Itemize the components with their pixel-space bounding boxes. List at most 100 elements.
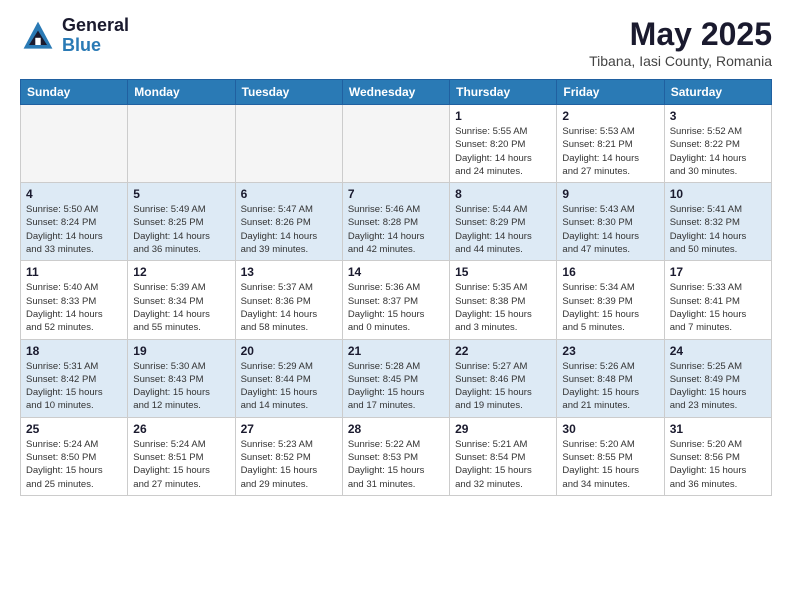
day-number: 23 [562,344,658,358]
calendar-day-cell: 3 Sunrise: 5:52 AM Sunset: 8:22 PM Daylig… [664,105,771,183]
calendar-day-cell: 9 Sunrise: 5:43 AM Sunset: 8:30 PM Daylig… [557,183,664,261]
calendar-day-cell: 26Sunrise: 5:24 AM Sunset: 8:51 PM Dayli… [128,417,235,495]
calendar-day-cell: 31 Sunrise: 5:20 AM Sunset: 8:56 PM Dayli… [664,417,771,495]
day-number: 17 [670,265,766,279]
calendar-week-row: 25Sunrise: 5:24 AM Sunset: 8:50 PM Dayli… [21,417,772,495]
calendar-day-cell: 7Sunrise: 5:46 AM Sunset: 8:28 PM Daylig… [342,183,449,261]
day-info: Sunrise: 5:50 AM Sunset: 8:24 PM Dayligh… [26,203,122,256]
title-block: May 2025 Tibana, Iasi County, Romania [589,16,772,69]
calendar-day-cell: 24Sunrise: 5:25 AM Sunset: 8:49 PM Dayli… [664,339,771,417]
calendar-day-cell: 30 Sunrise: 5:20 AM Sunset: 8:55 PM Dayli… [557,417,664,495]
calendar-day-cell: 4 Sunrise: 5:50 AM Sunset: 8:24 PM Daylig… [21,183,128,261]
day-number: 2 [562,109,658,123]
calendar-day-cell: 2 Sunrise: 5:53 AM Sunset: 8:21 PM Daylig… [557,105,664,183]
logo-general: General [62,16,129,36]
day-number: 30 [562,422,658,436]
day-info: Sunrise: 5:21 AM Sunset: 8:54 PM Dayligh… [455,438,551,491]
day-number: 16 [562,265,658,279]
day-number: 27 [241,422,337,436]
day-number: 31 [670,422,766,436]
calendar-day-cell: 25Sunrise: 5:24 AM Sunset: 8:50 PM Dayli… [21,417,128,495]
calendar-day-cell: 27 Sunrise: 5:23 AM Sunset: 8:52 PM Dayli… [235,417,342,495]
calendar-day-cell: 1 Sunrise: 5:55 AM Sunset: 8:20 PM Daylig… [450,105,557,183]
calendar-day-header: Wednesday [342,80,449,105]
day-number: 6 [241,187,337,201]
day-number: 1 [455,109,551,123]
day-number: 3 [670,109,766,123]
logo-icon [20,18,56,54]
calendar-day-cell: 18 Sunrise: 5:31 AM Sunset: 8:42 PM Dayli… [21,339,128,417]
day-info: Sunrise: 5:55 AM Sunset: 8:20 PM Dayligh… [455,125,551,178]
calendar-day-header: Tuesday [235,80,342,105]
day-info: Sunrise: 5:29 AM Sunset: 8:44 PM Dayligh… [241,360,337,413]
calendar-day-cell: 28 Sunrise: 5:22 AM Sunset: 8:53 PM Dayli… [342,417,449,495]
day-info: Sunrise: 5:24 AM Sunset: 8:50 PM Dayligh… [26,438,122,491]
calendar-day-cell: 23 Sunrise: 5:26 AM Sunset: 8:48 PM Dayli… [557,339,664,417]
day-number: 20 [241,344,337,358]
calendar-day-cell: 29 Sunrise: 5:21 AM Sunset: 8:54 PM Dayli… [450,417,557,495]
calendar-day-header: Sunday [21,80,128,105]
day-info: Sunrise: 5:44 AM Sunset: 8:29 PM Dayligh… [455,203,551,256]
day-number: 11 [26,265,122,279]
calendar-day-cell: 12 Sunrise: 5:39 AM Sunset: 8:34 PM Dayli… [128,261,235,339]
day-number: 21 [348,344,444,358]
calendar-day-cell [128,105,235,183]
calendar-day-cell: 8 Sunrise: 5:44 AM Sunset: 8:29 PM Daylig… [450,183,557,261]
day-number: 22 [455,344,551,358]
day-info: Sunrise: 5:20 AM Sunset: 8:55 PM Dayligh… [562,438,658,491]
day-info: Sunrise: 5:52 AM Sunset: 8:22 PM Dayligh… [670,125,766,178]
day-info: Sunrise: 5:53 AM Sunset: 8:21 PM Dayligh… [562,125,658,178]
calendar-day-cell: 22 Sunrise: 5:27 AM Sunset: 8:46 PM Dayli… [450,339,557,417]
calendar-day-cell: 5Sunrise: 5:49 AM Sunset: 8:25 PM Daylig… [128,183,235,261]
calendar-day-cell: 6 Sunrise: 5:47 AM Sunset: 8:26 PM Daylig… [235,183,342,261]
logo-text: General Blue [62,16,129,56]
day-info: Sunrise: 5:23 AM Sunset: 8:52 PM Dayligh… [241,438,337,491]
location-subtitle: Tibana, Iasi County, Romania [589,53,772,69]
calendar-day-cell [342,105,449,183]
day-info: Sunrise: 5:46 AM Sunset: 8:28 PM Dayligh… [348,203,444,256]
day-info: Sunrise: 5:30 AM Sunset: 8:43 PM Dayligh… [133,360,229,413]
day-info: Sunrise: 5:35 AM Sunset: 8:38 PM Dayligh… [455,281,551,334]
calendar-day-header: Thursday [450,80,557,105]
day-number: 18 [26,344,122,358]
day-info: Sunrise: 5:22 AM Sunset: 8:53 PM Dayligh… [348,438,444,491]
day-number: 10 [670,187,766,201]
day-number: 14 [348,265,444,279]
day-number: 13 [241,265,337,279]
day-info: Sunrise: 5:43 AM Sunset: 8:30 PM Dayligh… [562,203,658,256]
day-number: 9 [562,187,658,201]
calendar-week-row: 1 Sunrise: 5:55 AM Sunset: 8:20 PM Daylig… [21,105,772,183]
day-number: 28 [348,422,444,436]
header: General Blue May 2025 Tibana, Iasi Count… [20,16,772,69]
month-year-title: May 2025 [589,16,772,53]
day-number: 12 [133,265,229,279]
day-info: Sunrise: 5:31 AM Sunset: 8:42 PM Dayligh… [26,360,122,413]
calendar-day-cell: 10Sunrise: 5:41 AM Sunset: 8:32 PM Dayli… [664,183,771,261]
day-info: Sunrise: 5:25 AM Sunset: 8:49 PM Dayligh… [670,360,766,413]
day-info: Sunrise: 5:20 AM Sunset: 8:56 PM Dayligh… [670,438,766,491]
day-number: 8 [455,187,551,201]
day-info: Sunrise: 5:27 AM Sunset: 8:46 PM Dayligh… [455,360,551,413]
calendar-day-cell: 19Sunrise: 5:30 AM Sunset: 8:43 PM Dayli… [128,339,235,417]
calendar-day-cell [21,105,128,183]
day-info: Sunrise: 5:47 AM Sunset: 8:26 PM Dayligh… [241,203,337,256]
day-number: 29 [455,422,551,436]
calendar-day-header: Friday [557,80,664,105]
day-info: Sunrise: 5:26 AM Sunset: 8:48 PM Dayligh… [562,360,658,413]
day-info: Sunrise: 5:40 AM Sunset: 8:33 PM Dayligh… [26,281,122,334]
day-info: Sunrise: 5:28 AM Sunset: 8:45 PM Dayligh… [348,360,444,413]
day-number: 4 [26,187,122,201]
calendar-day-cell: 17Sunrise: 5:33 AM Sunset: 8:41 PM Dayli… [664,261,771,339]
day-number: 5 [133,187,229,201]
calendar-day-cell: 15 Sunrise: 5:35 AM Sunset: 8:38 PM Dayli… [450,261,557,339]
page: General Blue May 2025 Tibana, Iasi Count… [0,0,792,512]
calendar-day-cell: 20 Sunrise: 5:29 AM Sunset: 8:44 PM Dayli… [235,339,342,417]
day-number: 15 [455,265,551,279]
day-number: 26 [133,422,229,436]
calendar-day-cell: 11 Sunrise: 5:40 AM Sunset: 8:33 PM Dayli… [21,261,128,339]
calendar-day-cell: 13 Sunrise: 5:37 AM Sunset: 8:36 PM Dayli… [235,261,342,339]
day-info: Sunrise: 5:37 AM Sunset: 8:36 PM Dayligh… [241,281,337,334]
day-info: Sunrise: 5:39 AM Sunset: 8:34 PM Dayligh… [133,281,229,334]
calendar-week-row: 4 Sunrise: 5:50 AM Sunset: 8:24 PM Daylig… [21,183,772,261]
day-info: Sunrise: 5:34 AM Sunset: 8:39 PM Dayligh… [562,281,658,334]
